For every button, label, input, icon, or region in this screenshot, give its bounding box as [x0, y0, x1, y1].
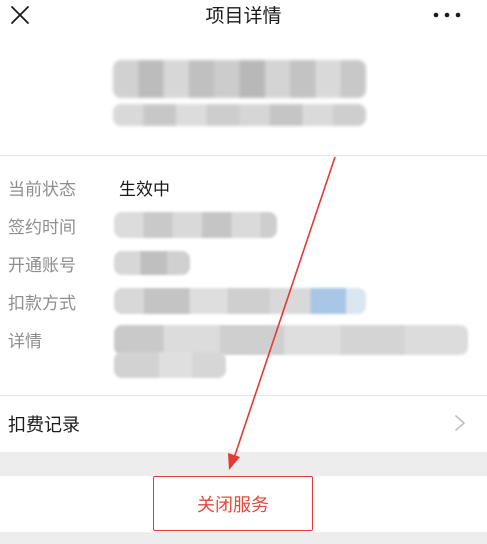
status-label: 当前状态 — [8, 180, 76, 200]
chevron-right-icon — [455, 415, 465, 431]
payment-method-label: 扣款方式 — [8, 294, 76, 314]
page-title: 项目详情 — [205, 5, 282, 27]
nav-bar: 项目详情 — [0, 0, 487, 40]
blurred-payment-method — [114, 288, 366, 314]
sign-time-label: 签约时间 — [8, 218, 76, 238]
account-label: 开通账号 — [8, 256, 76, 276]
close-service-button[interactable]: 关闭服务 — [0, 476, 487, 532]
billing-records-label: 扣费记录 — [8, 415, 80, 436]
blurred-detail-line-1 — [114, 325, 468, 355]
blurred-service-name — [113, 60, 366, 98]
detail-label: 详情 — [8, 332, 42, 352]
billing-records-row[interactable]: 扣费记录 — [0, 396, 487, 452]
blurred-detail-line-2 — [114, 352, 226, 378]
more-icon[interactable] — [432, 10, 462, 20]
section-gap — [0, 452, 487, 476]
highlight-box: 关闭服务 — [153, 476, 313, 531]
close-service-label: 关闭服务 — [197, 495, 269, 516]
blurred-service-subtitle — [113, 104, 366, 126]
bottom-gap — [0, 532, 487, 544]
status-value: 生效中 — [119, 180, 170, 200]
blurred-account — [114, 251, 190, 275]
divider — [0, 155, 487, 156]
blurred-sign-time — [114, 212, 277, 238]
